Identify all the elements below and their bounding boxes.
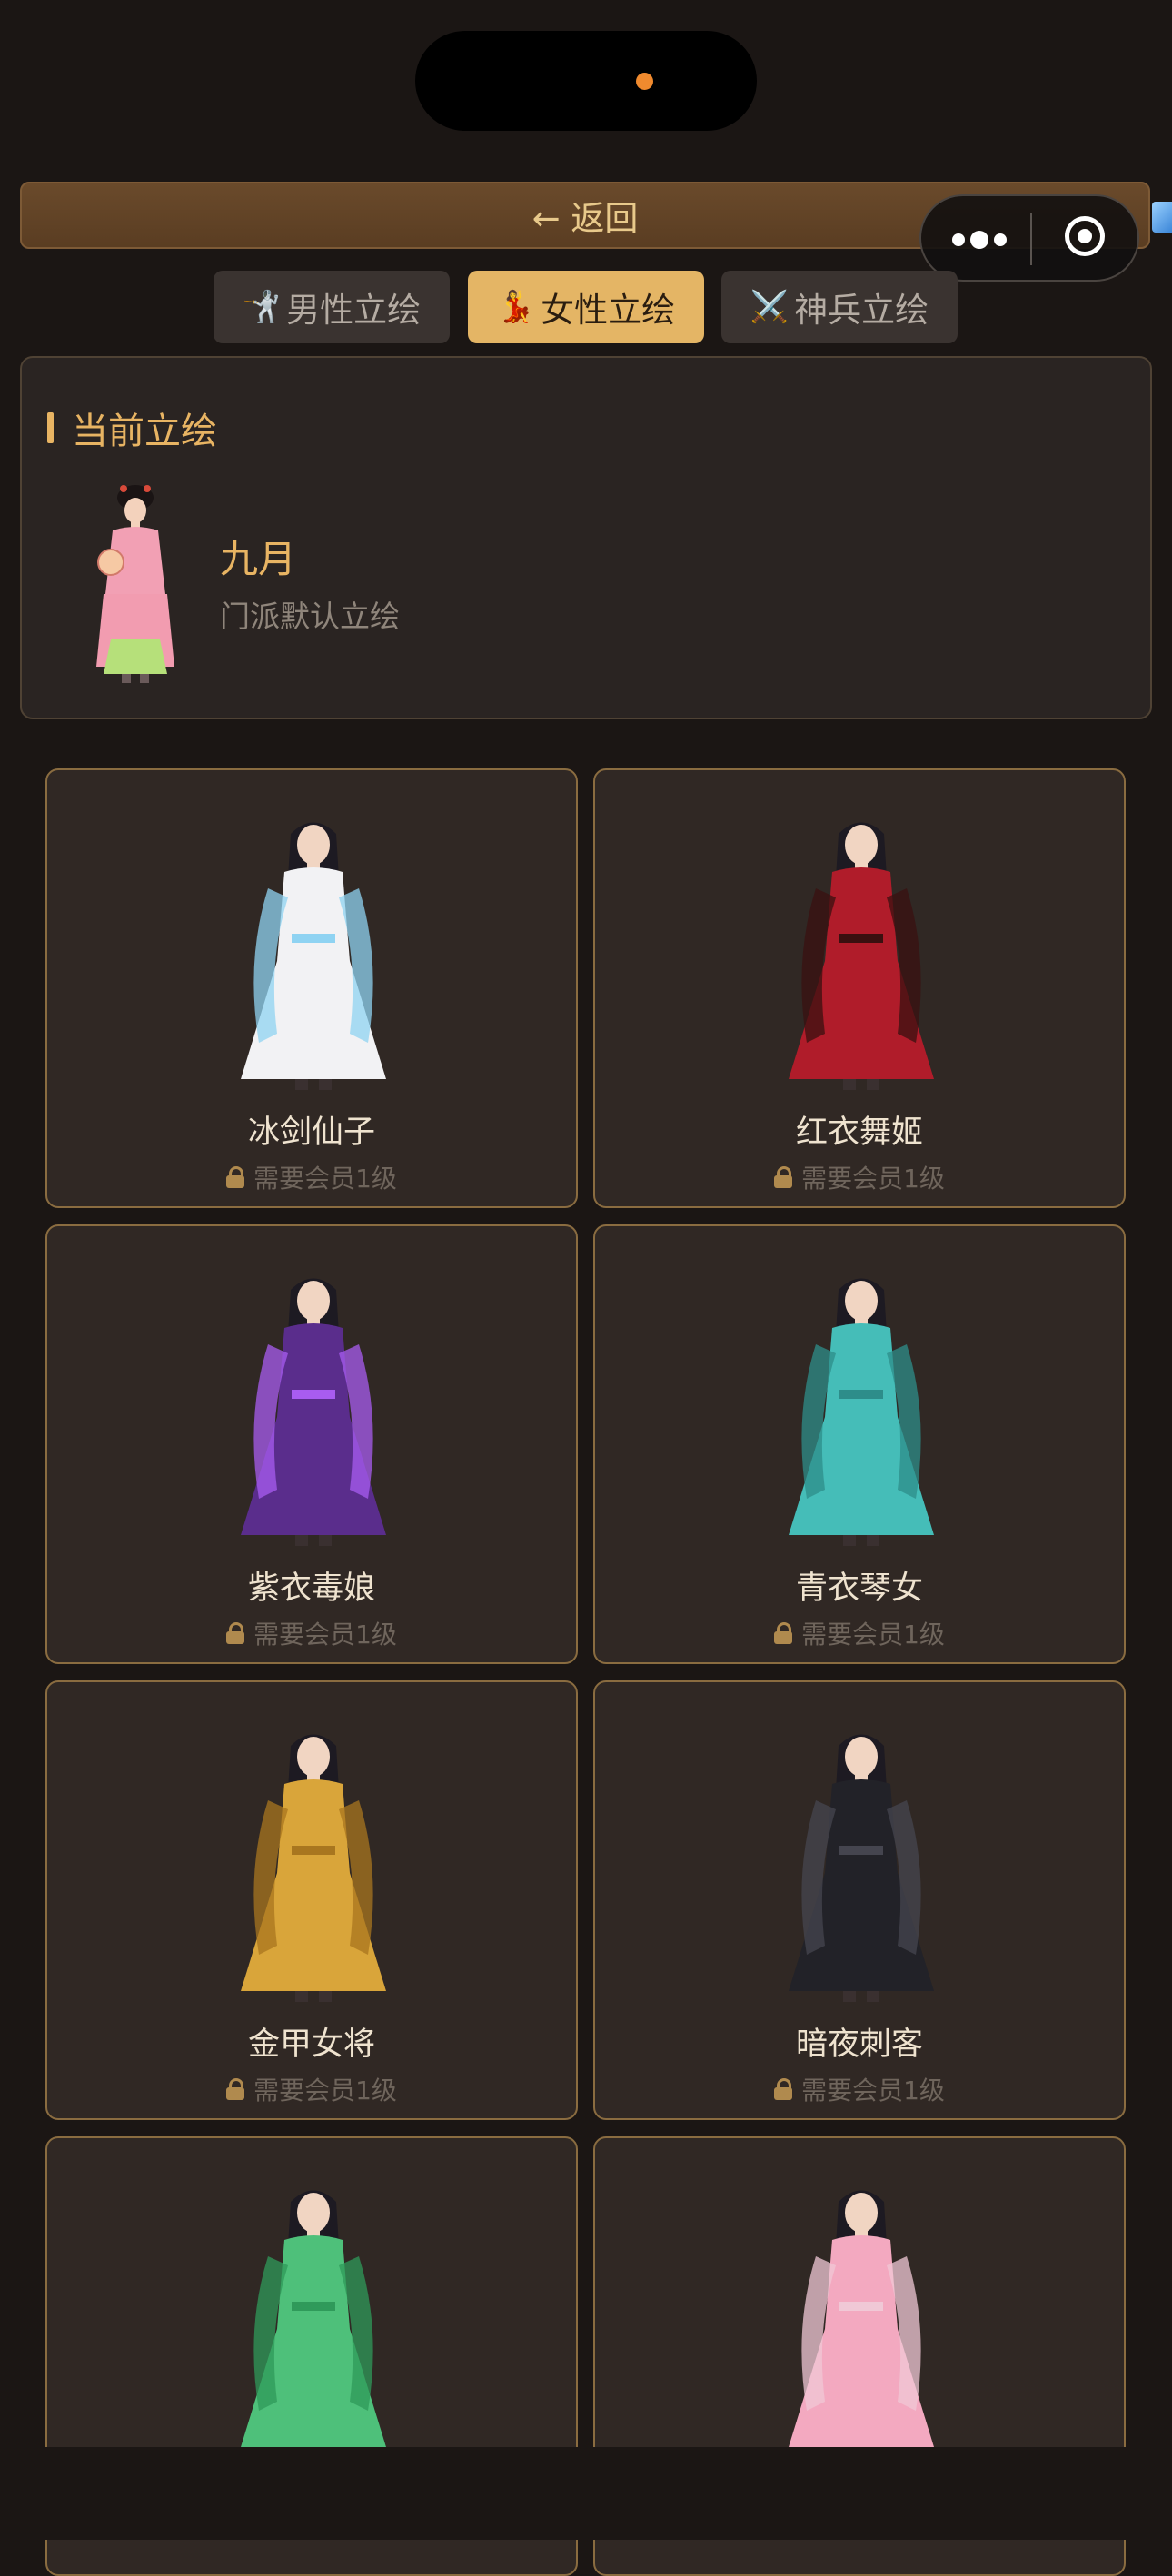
portrait-card[interactable]: 红衣舞姬需要会员1级 [593, 768, 1126, 1208]
lock-icon [774, 2078, 793, 2100]
lock-text: 需要会员1级 [801, 1620, 945, 1650]
lock-icon [226, 2078, 245, 2100]
floating-app-icon[interactable] [1152, 202, 1172, 233]
lock-icon [774, 1166, 793, 1188]
dancer-icon: 💃 [496, 289, 536, 325]
portrait-figure [789, 822, 934, 1090]
current-portrait-image [96, 485, 174, 683]
lock-requirement: 需要会员1级 [595, 1159, 1124, 1195]
portrait-card[interactable]: 冰剑仙子需要会员1级 [45, 768, 578, 1208]
portrait-figure [789, 1734, 934, 2002]
lock-requirement: 需要会员1级 [595, 2071, 1124, 2107]
tab-label: 女性立绘 [541, 291, 676, 330]
portrait-card[interactable]: 青衣琴女需要会员1级 [593, 1224, 1126, 1664]
section-title: 当前立绘 [47, 401, 217, 454]
tab-male-portrait[interactable]: 🤺 男性立绘 [214, 271, 450, 343]
fencer-icon: 🤺 [242, 289, 282, 325]
lock-requirement: 需要会员1级 [47, 1159, 576, 1195]
lock-requirement: 需要会员1级 [47, 2071, 576, 2107]
portrait-card[interactable]: 紫衣毒娘需要会员1级 [45, 1224, 578, 1664]
current-portrait-name: 九月 [220, 537, 297, 581]
bottom-safe-area [0, 2447, 1172, 2540]
camera-dot [636, 73, 653, 90]
tab-female-portrait[interactable]: 💃 女性立绘 [468, 271, 704, 343]
lock-text: 需要会员1级 [253, 1164, 397, 1194]
lock-text: 需要会员1级 [801, 1164, 945, 1194]
lock-text: 需要会员1级 [253, 1620, 397, 1650]
tab-label: 神兵立绘 [794, 291, 929, 330]
more-icon[interactable] [952, 229, 1007, 251]
tab-weapon-portrait[interactable]: ⚔️ 神兵立绘 [721, 271, 958, 343]
portrait-figure [789, 1278, 934, 1546]
portrait-name: 青衣琴女 [795, 1570, 923, 1607]
portrait-figure [789, 2190, 934, 2458]
portrait-name: 金甲女将 [247, 2026, 375, 2063]
lock-icon [226, 1166, 245, 1188]
crossed-swords-icon: ⚔️ [750, 289, 790, 325]
portrait-figure [241, 1278, 386, 1546]
portrait-card[interactable]: 暗夜刺客需要会员1级 [593, 1680, 1126, 2120]
lock-text: 需要会员1级 [801, 2076, 945, 2105]
portrait-name: 红衣舞姬 [795, 1115, 923, 1151]
close-miniprogram-icon[interactable] [1065, 216, 1105, 256]
portrait-card[interactable]: 金甲女将需要会员1级 [45, 1680, 578, 2120]
lock-icon [226, 1622, 245, 1644]
portrait-name: 冰剑仙子 [247, 1115, 375, 1151]
current-portrait-desc: 门派默认立绘 [220, 599, 400, 634]
lock-icon [774, 1622, 793, 1644]
capsule-divider [1030, 213, 1032, 265]
lock-requirement: 需要会员1级 [595, 1615, 1124, 1651]
portrait-name: 紫衣毒娘 [247, 1570, 375, 1607]
dynamic-island [415, 31, 757, 131]
portrait-figure [241, 822, 386, 1090]
portrait-figure [241, 1734, 386, 2002]
lock-text: 需要会员1级 [253, 2076, 397, 2105]
portrait-name: 暗夜刺客 [795, 2026, 923, 2063]
title-accent-bar [47, 412, 54, 443]
portrait-figure [241, 2190, 386, 2458]
back-label: ← 返回 [531, 199, 639, 238]
miniprogram-capsule [919, 194, 1139, 282]
tab-label: 男性立绘 [286, 291, 422, 330]
lock-requirement: 需要会员1级 [47, 1615, 576, 1651]
current-portrait-panel: 当前立绘 九月 门派默认立绘 [20, 356, 1152, 719]
